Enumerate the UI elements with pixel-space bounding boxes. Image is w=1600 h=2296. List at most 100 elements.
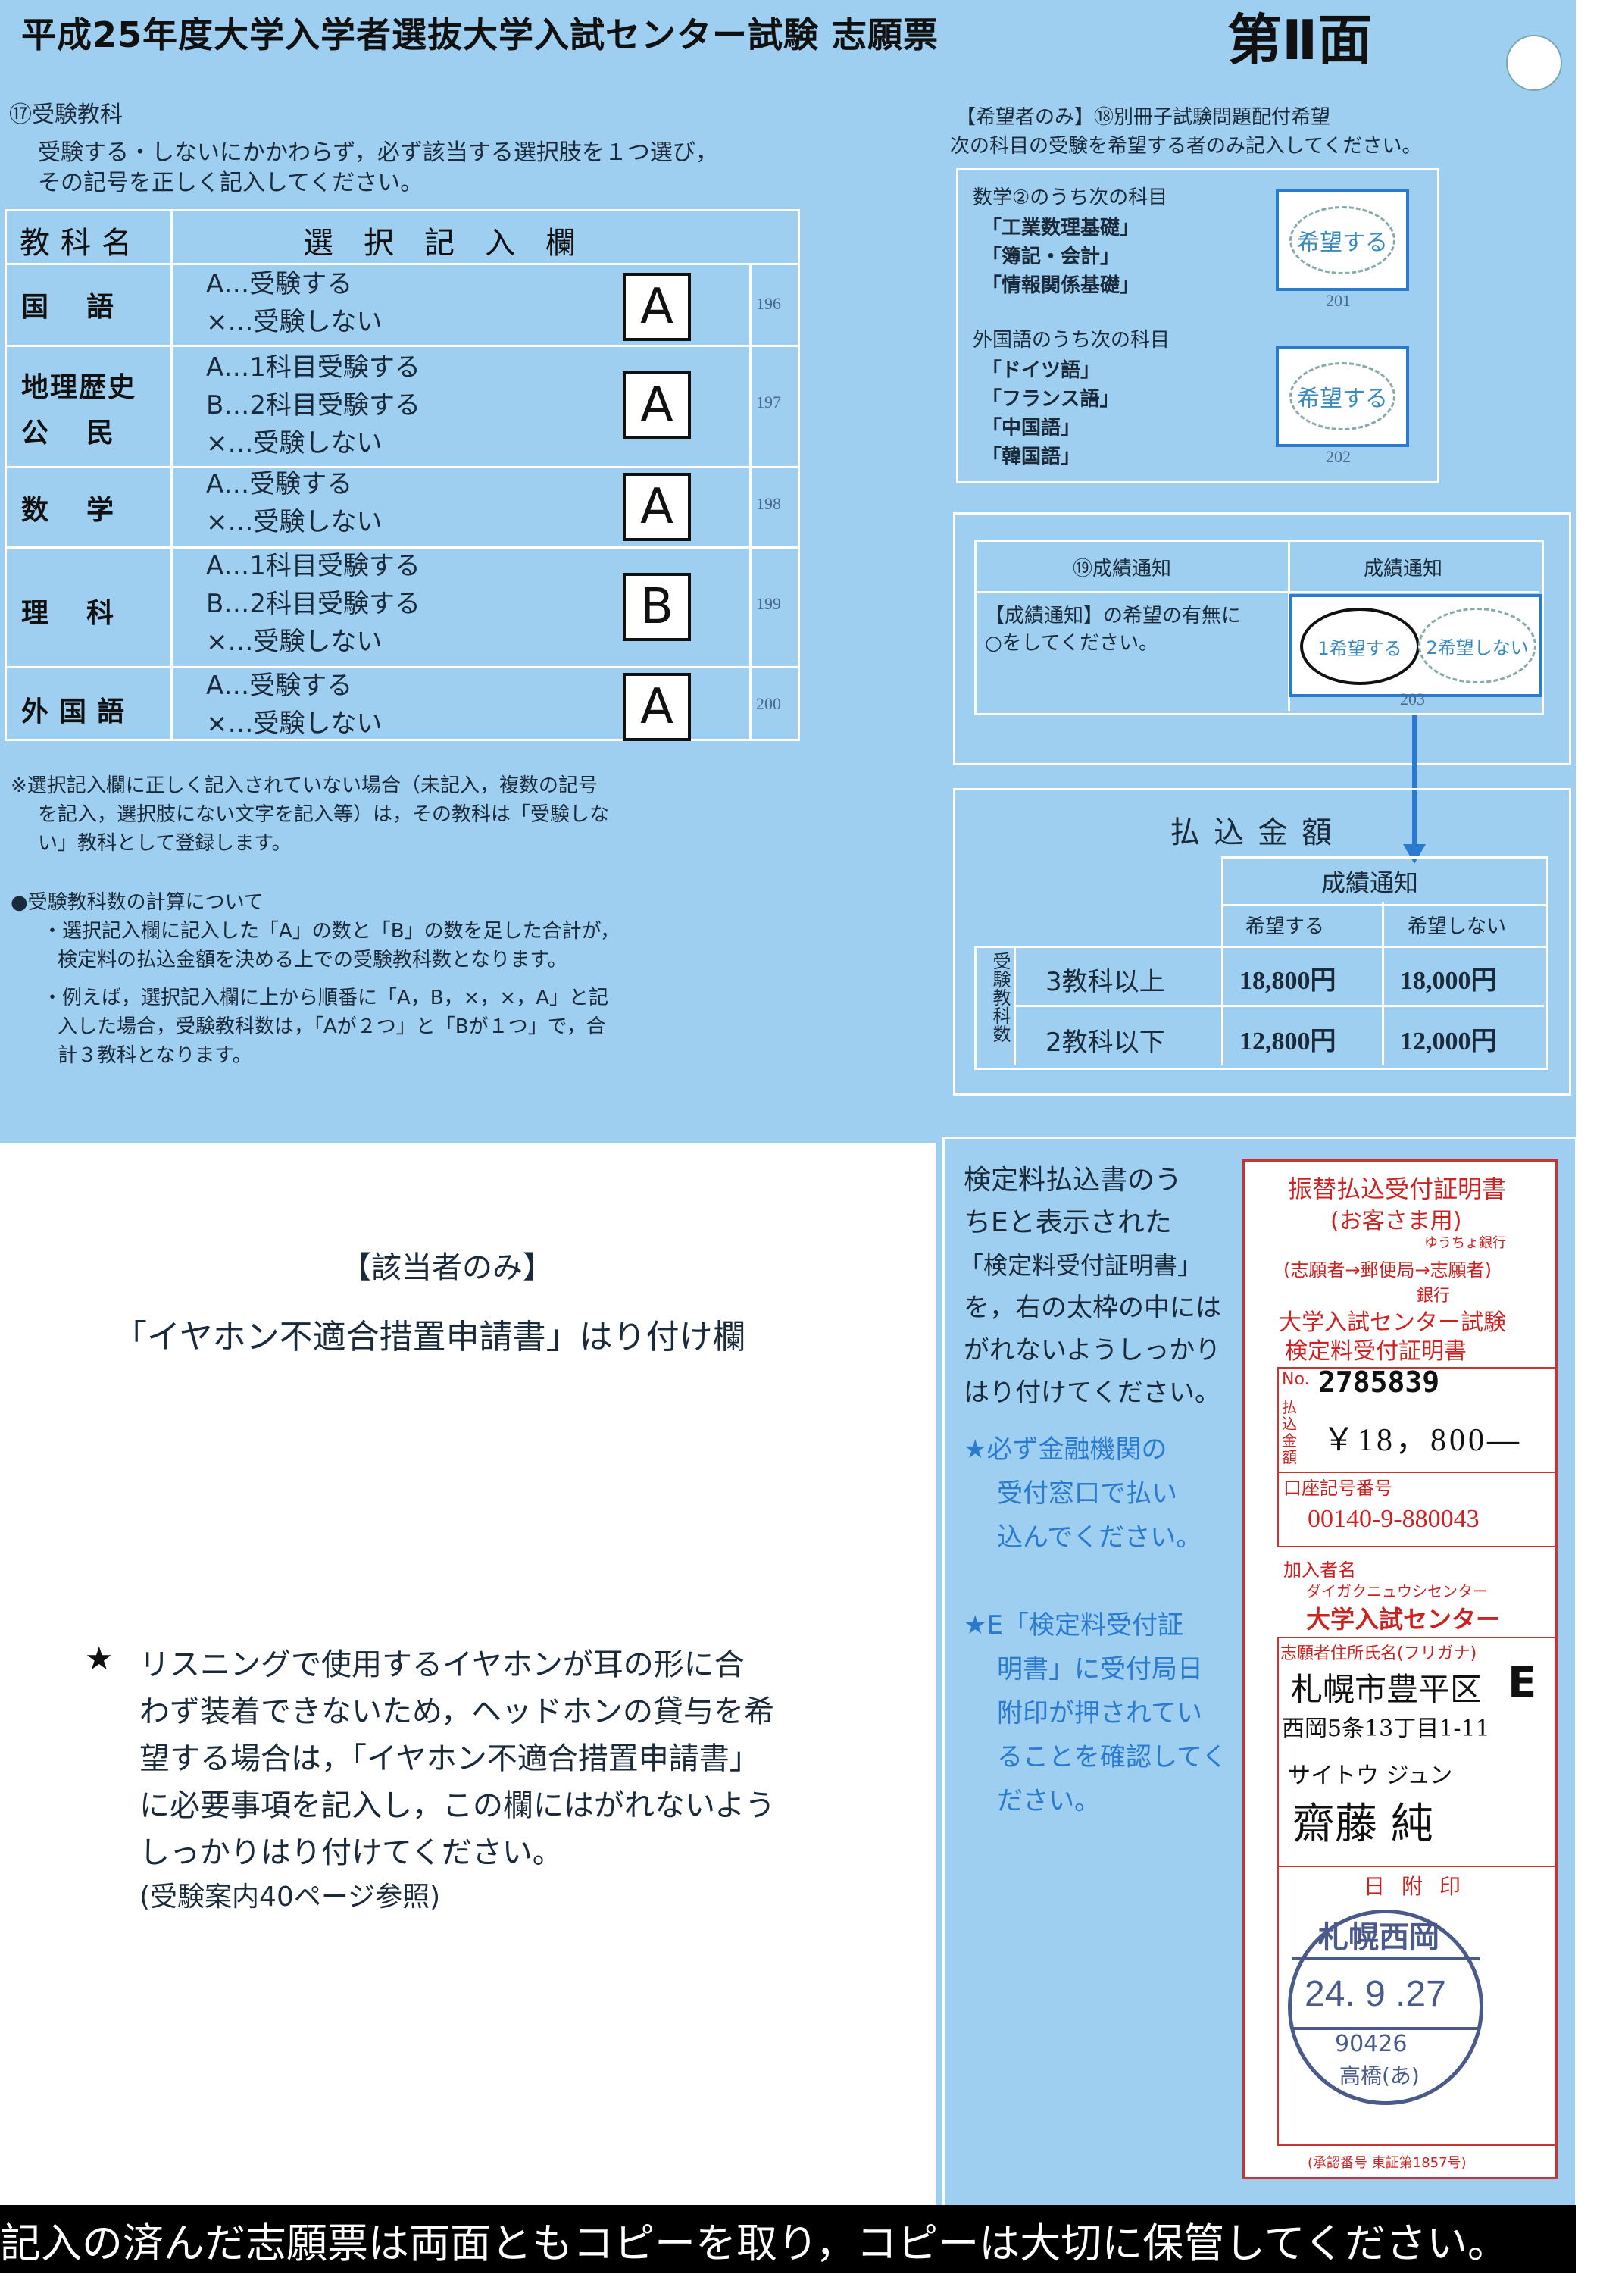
subject-sugaku: 数学 — [21, 495, 152, 526]
cert-stamp-label: 日附印 — [1364, 1874, 1478, 1899]
cert-account-label: 口座記号番号 — [1283, 1478, 1392, 1499]
receipt-instr-2: ちEと表示された — [964, 1207, 1172, 1238]
footer-notice-bar: 記入の済んだ志願票は両面ともコピーを取り，コピーは大切に保管してください。 — [0, 2205, 1576, 2273]
fees-title: 払込金額 — [1170, 815, 1345, 850]
notice2-line-1: ★E「検定料受付証 — [964, 1610, 1183, 1641]
notice1-line-3: 込んでください。 — [997, 1522, 1202, 1553]
earphone-ref: (受験案内40ページ参照) — [139, 1882, 441, 1913]
cert-title-2: (お客さま用) — [1330, 1208, 1462, 1234]
sugaku-option-a: A…受験する — [206, 469, 353, 499]
rika-answer-box[interactable]: B — [623, 573, 691, 641]
sugaku-option-x: ×…受験しない — [206, 507, 383, 537]
note-line-2: を記入，選択肢にない文字を記入等）は，その教科は「受験しな — [38, 803, 610, 826]
section17-heading: ⑰受験教科 — [9, 102, 123, 128]
rika-code: 199 — [756, 594, 781, 613]
cert-payee-label: 加入者名 — [1283, 1559, 1356, 1581]
receipt-instr-6: はり付けてください。 — [964, 1378, 1220, 1408]
section17-instr-2: その記号を正しく記入してください。 — [38, 170, 423, 196]
cert-title-1: 振替払込受付証明書 — [1288, 1175, 1507, 1203]
section19-option-box[interactable]: 1希望する 2希望しない — [1289, 594, 1542, 697]
notice1-line-1: ★必ず金融機関の — [964, 1434, 1167, 1465]
stamp-code: 90426 — [1335, 2031, 1408, 2057]
chireki-answer-box[interactable]: A — [623, 371, 691, 439]
cert-applicant-label: 志願者住所氏名(フリガナ) — [1280, 1644, 1477, 1663]
calc-line-3: ・例えば，選択記入欄に上から順番に「A，B，×，×，A」と記 — [42, 987, 608, 1009]
group1-title: 数学②のうち次の科目 — [973, 186, 1168, 209]
calc-line-4: 入した場合，受験教科数は，「Aが２つ」と「Bが１つ」で，合 — [58, 1015, 606, 1038]
chireki-option-x: ×…受験しない — [206, 428, 383, 458]
stamp-office: 札幌西岡 — [1318, 1920, 1439, 1955]
subject-komin: 公民 — [21, 418, 152, 449]
group1-option-box[interactable]: 希望する — [1276, 189, 1409, 291]
earphone-title: 「イヤホン不適合措置申請書」はり付け欄 — [114, 1318, 746, 1356]
chireki-code: 197 — [756, 393, 781, 411]
stamp-date: 24. 9 .27 — [1305, 1974, 1446, 2014]
fee-row1-v2: 18,000円 — [1400, 967, 1497, 995]
cert-name-kana: サイトウ ジュン — [1288, 1763, 1453, 1789]
sugaku-code: 198 — [756, 494, 781, 513]
kokugo-code: 196 — [756, 294, 781, 313]
rika-option-a: A…1科目受験する — [206, 551, 420, 581]
group2-title: 外国語のうち次の科目 — [973, 329, 1170, 352]
receipt-instr-1: 検定料払込書のう — [964, 1165, 1183, 1196]
section19-heading: ⑲成績通知 — [1073, 558, 1172, 580]
fee-row2-label: 2教科以下 — [1045, 1028, 1165, 1058]
group2-item-1: 「ドイツ語」 — [982, 359, 1101, 382]
gaikokugo-answer-box[interactable]: A — [623, 673, 691, 741]
cert-approval: (承認番号 東証第1857号) — [1308, 2155, 1467, 2171]
cert-e-mark: E — [1508, 1658, 1537, 1707]
calc-line-2: 検定料の払込金額を決める上での受験教科数となります。 — [58, 949, 567, 971]
section19-code: 203 — [1400, 690, 1425, 709]
cert-amount-label: 払込金額 — [1282, 1398, 1297, 1466]
gaikokugo-code: 200 — [756, 694, 781, 713]
rika-option-b: B…2科目受験する — [206, 589, 420, 619]
group1-item-2: 「簿記・会計」 — [982, 246, 1120, 268]
earphone-heading: 【該当者のみ】 — [341, 1250, 553, 1285]
group2-code: 202 — [1326, 447, 1351, 466]
sugaku-answer-box[interactable]: A — [623, 473, 691, 541]
gaikokugo-option-a: A…受験する — [206, 671, 353, 701]
col-select-header: 選択記入欄 — [303, 226, 606, 261]
cert-account: 00140-9-880043 — [1308, 1505, 1480, 1533]
fees-side-label: 受験教科数 — [989, 952, 1011, 1043]
footer-notice: 記入の済んだ志願票は両面ともコピーを取り，コピーは大切に保管してください。 — [0, 2219, 1508, 2267]
notice2-line-5: ださい。 — [997, 1786, 1100, 1816]
group2-option-box[interactable]: 希望する — [1276, 346, 1409, 447]
subject-gaikokugo: 外国語 — [21, 696, 136, 727]
fee-row1-label: 3教科以上 — [1045, 967, 1165, 997]
option-kibou-suru[interactable]: 1希望する — [1300, 608, 1420, 685]
receipt-instr-4: を，右の太枠の中には — [964, 1293, 1221, 1323]
group2-item-2: 「フランス語」 — [982, 388, 1120, 411]
notice2-line-4: ることを確認してく — [997, 1742, 1227, 1772]
subject-rika: 理科 — [21, 598, 152, 629]
page-side-label: 第Ⅱ面 — [1227, 8, 1373, 72]
fee-row2-v2: 12,000円 — [1400, 1028, 1497, 1056]
cert-flow: (志願者→郵便局→志願者) — [1283, 1259, 1492, 1281]
cert-bank-small: ゆうちょ銀行 — [1424, 1235, 1506, 1251]
earphone-body-4: に必要事項を記入し，この欄にはがれないよう — [139, 1788, 776, 1823]
group2-item-4: 「韓国語」 — [982, 446, 1081, 468]
earphone-body-5: しっかりはり付けてください。 — [139, 1835, 563, 1870]
section18-sub: 次の科目の受験を希望する者のみ記入してください。 — [950, 135, 1422, 158]
earphone-body-1: リスニングで使用するイヤホンが耳の形に合 — [139, 1647, 745, 1682]
group2-option-oval: 希望する — [1289, 362, 1395, 430]
fee-row1-v1: 18,800円 — [1239, 967, 1336, 995]
subject-kokugo: 国語 — [21, 292, 152, 323]
calc-line-1: ・選択記入欄に記入した「A」の数と「B」の数を足した合計が， — [42, 920, 620, 943]
cert-payee: 大学入試センター — [1306, 1605, 1501, 1634]
section18-heading: 【希望者のみ】⑱別冊子試験問題配付希望 — [956, 106, 1331, 129]
cert-address-1: 札幌市豊平区 — [1291, 1671, 1483, 1708]
section19-col: 成績通知 — [1364, 558, 1443, 580]
page-title: 平成25年度大学入学者選抜大学入試センター試験 志願票 — [21, 14, 939, 55]
cert-number: 2785839 — [1318, 1365, 1440, 1399]
gaikokugo-option-x: ×…受験しない — [206, 709, 383, 739]
punch-hole — [1506, 35, 1562, 91]
kokugo-answer-box[interactable]: A — [623, 273, 691, 341]
section19-desc-1: 【成績通知】の希望の有無に — [985, 605, 1242, 627]
earphone-star-icon: ★ — [85, 1640, 114, 1677]
fees-col2: 希望しない — [1408, 915, 1507, 938]
cert-address-2: 西岡5条13丁目1-11 — [1282, 1716, 1490, 1742]
option-kibou-shinai[interactable]: 2希望しない — [1418, 608, 1536, 683]
cert-title-4: 検定料受付証明書 — [1285, 1338, 1467, 1365]
fees-header: 成績通知 — [1321, 868, 1419, 897]
